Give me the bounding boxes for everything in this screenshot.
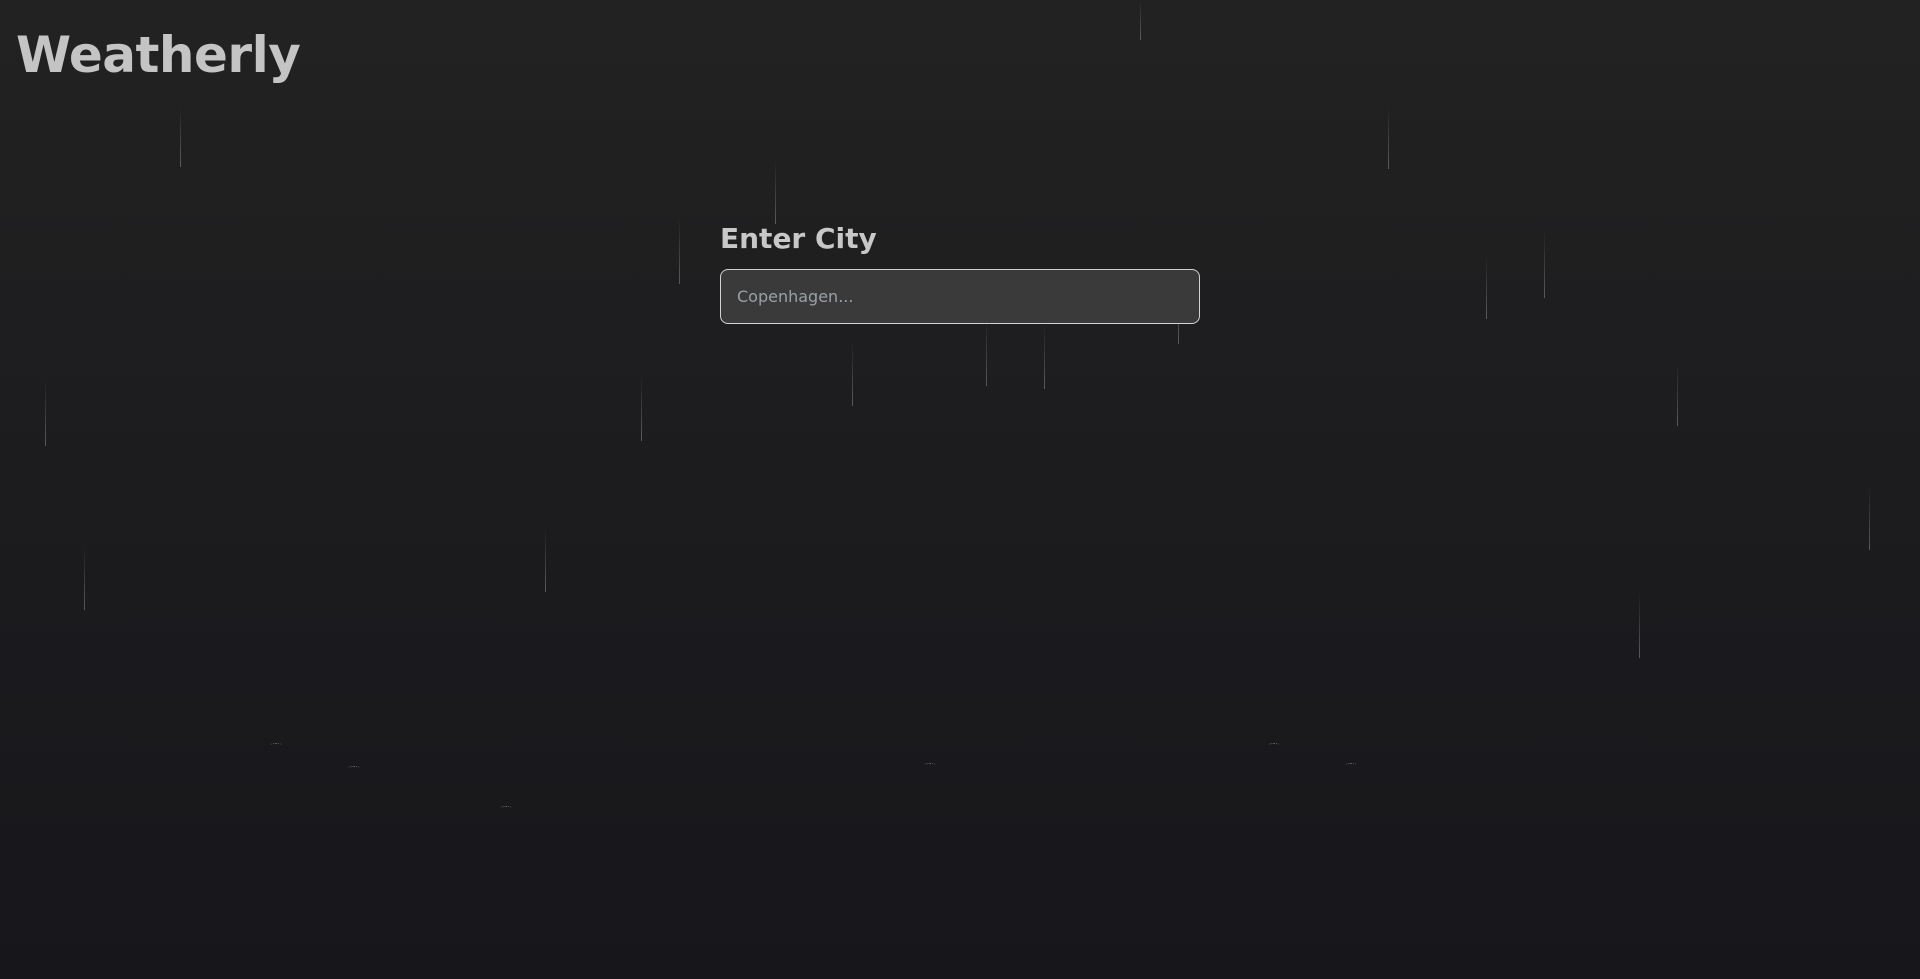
rain-drop <box>852 340 853 406</box>
rain-animation <box>0 0 1920 979</box>
city-search-form: Enter City <box>720 222 1200 324</box>
rain-drop <box>641 373 642 441</box>
app-title: Weatherly <box>16 26 301 84</box>
rain-drop <box>1639 592 1640 658</box>
rain-drop <box>45 378 46 446</box>
rain-drop <box>986 320 987 386</box>
rain-drop <box>1869 484 1870 550</box>
rain-splash <box>500 806 512 810</box>
city-input-label: Enter City <box>720 222 877 255</box>
city-search-input[interactable] <box>720 269 1200 324</box>
rain-splash <box>348 766 360 770</box>
rain-drop <box>84 544 85 610</box>
rain-drop <box>775 160 776 224</box>
rain-drop <box>1044 323 1045 389</box>
rain-splash <box>1345 763 1357 767</box>
rain-drop <box>1388 105 1389 169</box>
rain-drop <box>545 526 546 592</box>
rain-splash <box>1268 743 1280 747</box>
rain-drop <box>1140 0 1141 40</box>
rain-drop <box>1486 253 1487 319</box>
rain-drop <box>679 218 680 284</box>
rain-drop <box>1677 362 1678 426</box>
rain-splash <box>270 743 282 747</box>
rain-splash <box>924 763 936 767</box>
rain-drop <box>180 105 181 167</box>
rain-drop <box>1544 230 1545 298</box>
